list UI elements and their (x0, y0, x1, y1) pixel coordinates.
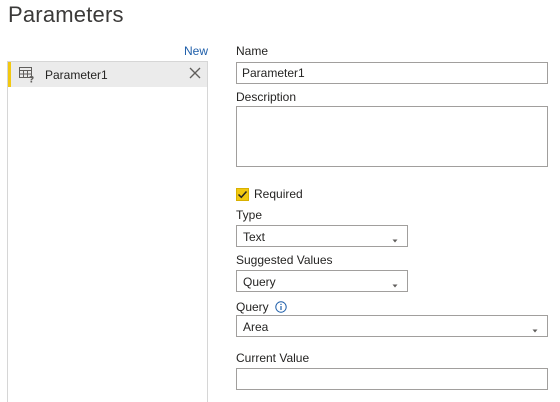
parameters-list-panel: ? Parameter1 (7, 61, 208, 402)
parameter-table-question-icon: ? (19, 66, 37, 85)
type-select[interactable]: Text (236, 225, 408, 247)
current-value-field[interactable] (236, 368, 548, 390)
type-label: Type (236, 208, 263, 222)
description-label: Description (236, 90, 297, 104)
type-select-value: Text (243, 230, 266, 244)
info-icon[interactable] (275, 301, 287, 313)
parameter-list-item-label: Parameter1 (45, 67, 108, 82)
suggested-values-select-value: Query (243, 275, 276, 289)
required-checkbox-row[interactable]: Required (236, 187, 303, 201)
required-label: Required (254, 187, 303, 201)
query-label-row: Query (236, 300, 287, 314)
query-select[interactable]: Area (236, 315, 548, 337)
query-label: Query (236, 300, 269, 314)
name-field[interactable] (236, 62, 548, 84)
suggested-values-select[interactable]: Query (236, 270, 408, 292)
checkmark-icon (237, 190, 248, 198)
parameter-list-item[interactable]: ? Parameter1 (8, 62, 207, 87)
page-title: Parameters (8, 2, 124, 27)
chevron-down-icon (391, 232, 399, 243)
new-parameter-link[interactable]: New (184, 44, 208, 58)
parameters-dialog: Parameters New ? Parameter1 Name Paramet… (0, 0, 560, 402)
chevron-down-icon (531, 322, 539, 333)
query-select-value: Area (243, 320, 269, 334)
description-field[interactable] (236, 106, 548, 167)
chevron-down-icon (391, 277, 399, 288)
name-label: Name (236, 44, 269, 58)
current-value-label: Current Value (236, 351, 310, 365)
suggested-values-label: Suggested Values (236, 253, 333, 267)
required-checkbox[interactable] (236, 187, 249, 201)
svg-text:?: ? (29, 75, 34, 83)
close-icon[interactable] (188, 66, 202, 80)
